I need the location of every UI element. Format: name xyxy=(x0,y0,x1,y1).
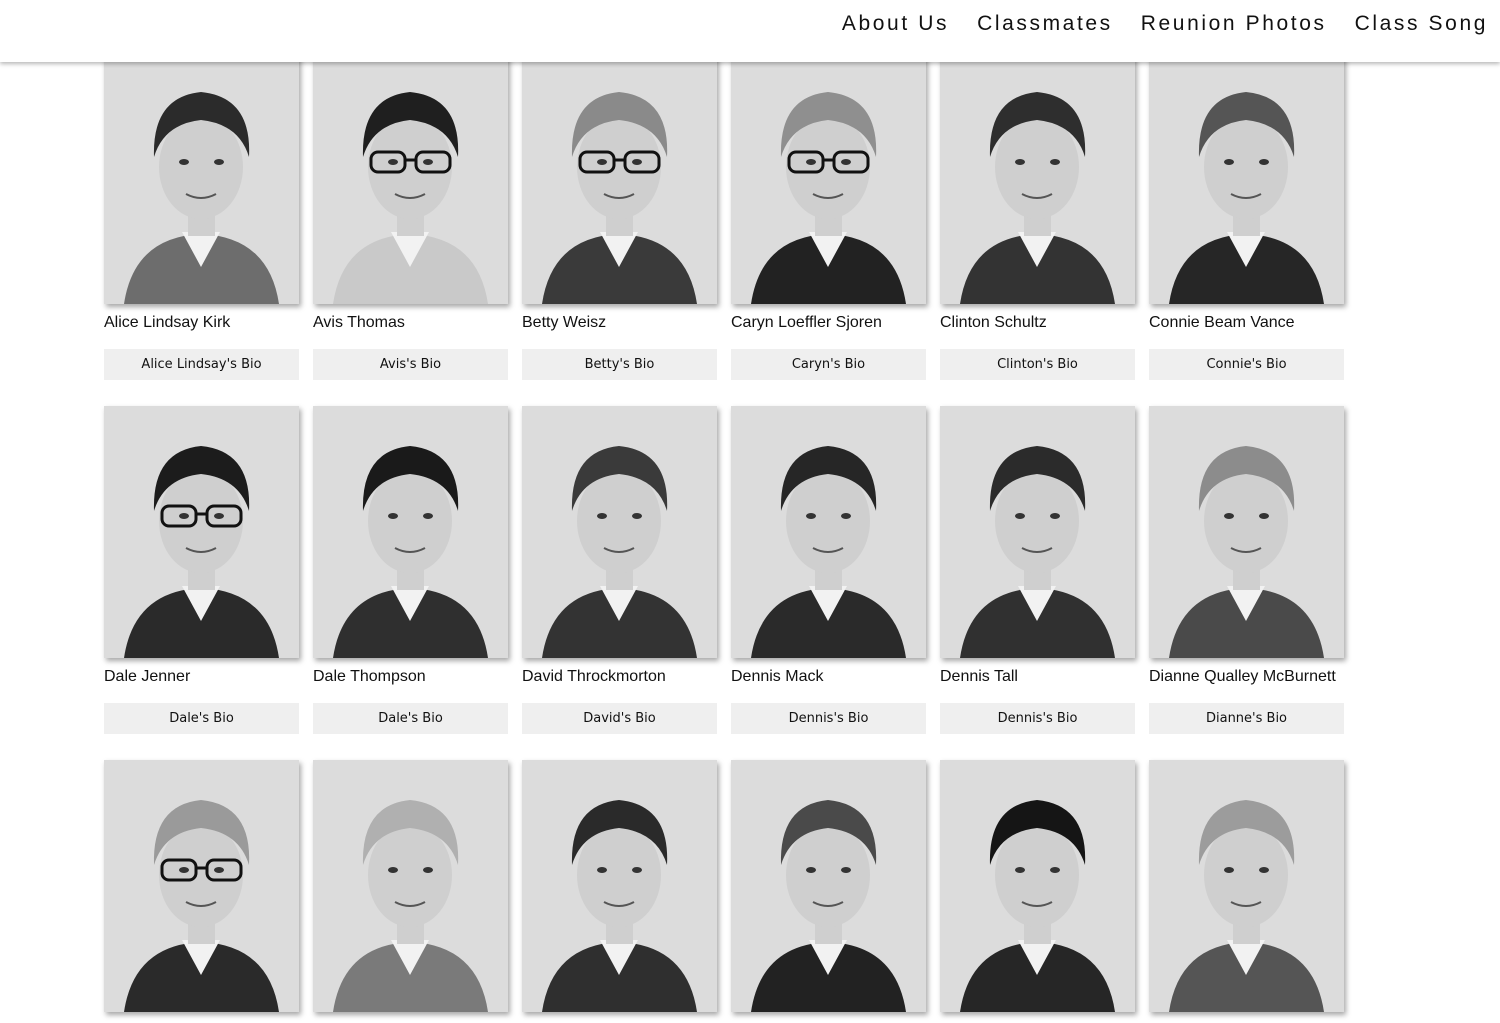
classmate-name: Alice Lindsay Kirk xyxy=(104,314,231,331)
classmate-card xyxy=(104,760,299,1012)
classmate-card xyxy=(522,760,717,1012)
classmate-card: Clinton Schultz Clinton's Bio xyxy=(940,52,1135,380)
classmate-name: Dennis Tall xyxy=(940,668,1018,685)
bio-button[interactable]: Connie's Bio xyxy=(1149,349,1344,380)
classmate-photo xyxy=(313,406,508,658)
nav-class-song[interactable]: Class Song xyxy=(1355,12,1488,36)
classmate-photo xyxy=(1149,406,1344,658)
portrait-illustration xyxy=(313,760,508,1012)
portrait-illustration xyxy=(940,52,1135,304)
classmate-card xyxy=(940,760,1135,1012)
portrait-illustration xyxy=(940,406,1135,658)
bio-button[interactable]: Avis's Bio xyxy=(313,349,508,380)
classmate-photo xyxy=(104,406,299,658)
classmate-photo xyxy=(940,406,1135,658)
top-navigation-bar: About Us Classmates Reunion Photos Class… xyxy=(0,0,1500,62)
classmate-name: Dennis Mack xyxy=(731,668,824,685)
classmate-name: Avis Thomas xyxy=(313,314,405,331)
classmate-card xyxy=(313,760,508,1012)
classmate-card xyxy=(731,760,926,1012)
classmate-photo xyxy=(1149,760,1344,1012)
portrait-illustration xyxy=(731,406,926,658)
portrait-illustration xyxy=(522,760,717,1012)
classmate-card: Dale Jenner Dale's Bio xyxy=(104,406,299,734)
classmates-grid: Alice Lindsay Kirk Alice Lindsay's Bio Avi… xyxy=(104,52,1345,1012)
bio-button[interactable]: Caryn's Bio xyxy=(731,349,926,380)
portrait-illustration xyxy=(104,406,299,658)
portrait-illustration xyxy=(522,52,717,304)
nav-about-us[interactable]: About Us xyxy=(842,12,949,36)
row-spacer xyxy=(104,734,1344,760)
classmate-name: Connie Beam Vance xyxy=(1149,314,1295,331)
classmate-card: Alice Lindsay Kirk Alice Lindsay's Bio xyxy=(104,52,299,380)
bio-button[interactable]: Dennis's Bio xyxy=(940,703,1135,734)
classmate-photo xyxy=(313,760,508,1012)
classmate-card: Avis Thomas Avis's Bio xyxy=(313,52,508,380)
portrait-illustration xyxy=(731,760,926,1012)
classmate-name: David Throckmorton xyxy=(522,668,666,685)
classmate-photo xyxy=(313,52,508,304)
classmate-photo xyxy=(522,406,717,658)
classmate-name: Dale Jenner xyxy=(104,668,191,685)
classmate-photo xyxy=(940,52,1135,304)
classmate-photo xyxy=(940,760,1135,1012)
portrait-illustration xyxy=(522,406,717,658)
classmate-card: Dianne Qualley McBurnett Dianne's Bio xyxy=(1149,406,1344,734)
classmate-photo xyxy=(1149,52,1344,304)
classmate-card: Connie Beam Vance Connie's Bio xyxy=(1149,52,1344,380)
classmate-card xyxy=(1149,760,1344,1012)
classmate-name: Dianne Qualley McBurnett xyxy=(1149,668,1336,685)
portrait-illustration xyxy=(104,52,299,304)
bio-button[interactable]: Betty's Bio xyxy=(522,349,717,380)
bio-button[interactable]: Alice Lindsay's Bio xyxy=(104,349,299,380)
portrait-illustration xyxy=(731,52,926,304)
classmate-card: Caryn Loeffler Sjoren Caryn's Bio xyxy=(731,52,926,380)
portrait-illustration xyxy=(104,760,299,1012)
bio-button[interactable]: Dennis's Bio xyxy=(731,703,926,734)
classmate-card: Dale Thompson Dale's Bio xyxy=(313,406,508,734)
classmate-name: Dale Thompson xyxy=(313,668,426,685)
classmate-photo xyxy=(731,406,926,658)
portrait-illustration xyxy=(1149,52,1344,304)
row-spacer xyxy=(104,380,1344,406)
bio-button[interactable]: David's Bio xyxy=(522,703,717,734)
main-nav: About Us Classmates Reunion Photos Class… xyxy=(842,12,1488,36)
classmate-photo xyxy=(731,760,926,1012)
bio-button[interactable]: Clinton's Bio xyxy=(940,349,1135,380)
classmate-name: Betty Weisz xyxy=(522,314,607,331)
bio-button[interactable]: Dale's Bio xyxy=(104,703,299,734)
classmate-card: Dennis Tall Dennis's Bio xyxy=(940,406,1135,734)
portrait-illustration xyxy=(1149,406,1344,658)
portrait-illustration xyxy=(313,52,508,304)
portrait-illustration xyxy=(1149,760,1344,1012)
classmate-photo xyxy=(104,52,299,304)
portrait-illustration xyxy=(313,406,508,658)
portrait-illustration xyxy=(940,760,1135,1012)
bio-button[interactable]: Dale's Bio xyxy=(313,703,508,734)
classmate-name: Clinton Schultz xyxy=(940,314,1047,331)
classmate-photo xyxy=(731,52,926,304)
classmate-name: Caryn Loeffler Sjoren xyxy=(731,314,882,331)
classmate-photo xyxy=(522,52,717,304)
classmate-photo xyxy=(522,760,717,1012)
classmate-card: Dennis Mack Dennis's Bio xyxy=(731,406,926,734)
nav-reunion-photos[interactable]: Reunion Photos xyxy=(1141,12,1327,36)
classmate-card: Betty Weisz Betty's Bio xyxy=(522,52,717,380)
nav-classmates[interactable]: Classmates xyxy=(977,12,1113,36)
classmate-photo xyxy=(104,760,299,1012)
bio-button[interactable]: Dianne's Bio xyxy=(1149,703,1344,734)
classmate-card: David Throckmorton David's Bio xyxy=(522,406,717,734)
